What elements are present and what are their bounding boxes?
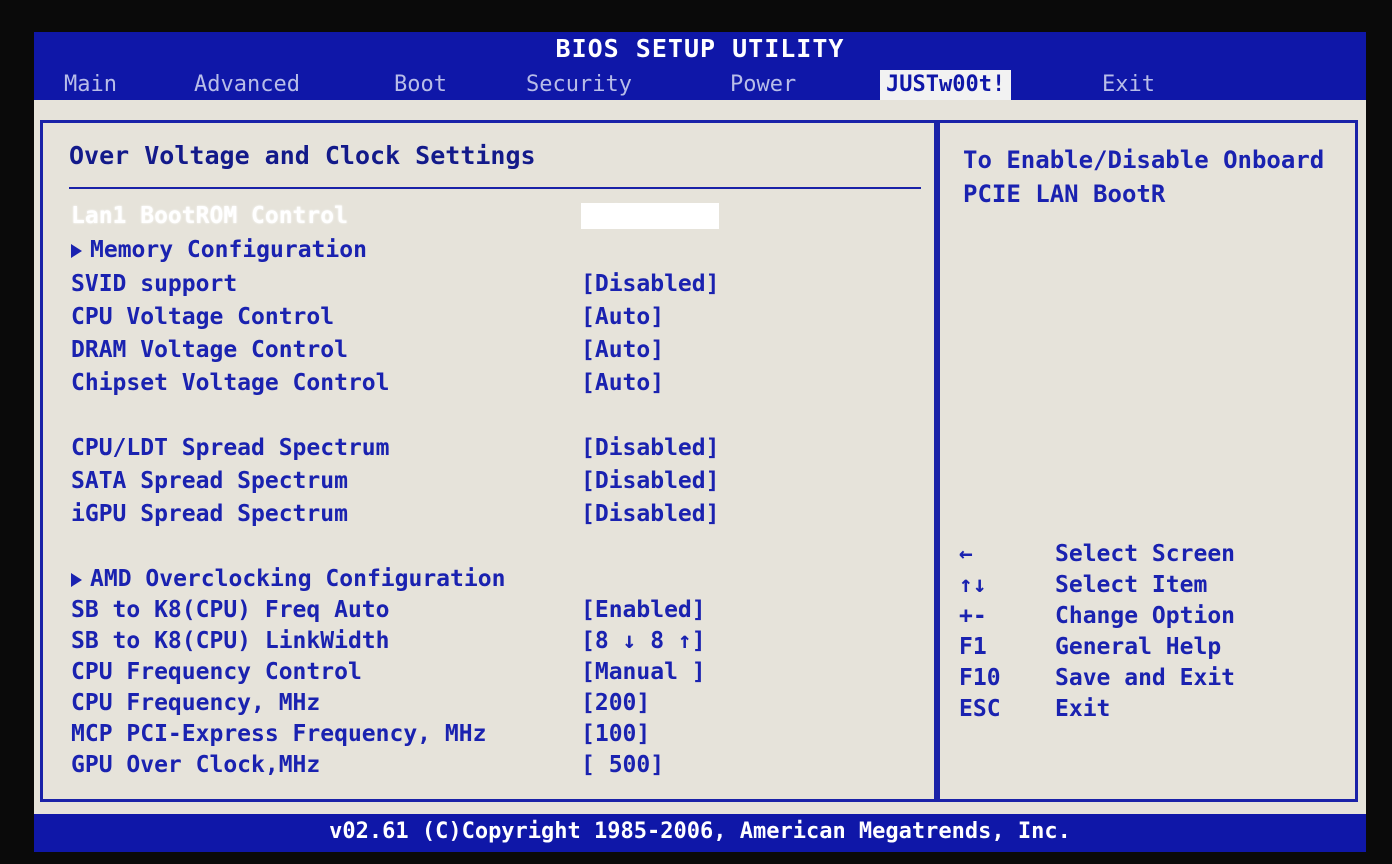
tab-main[interactable]: Main — [64, 70, 117, 100]
setting-sata-spread-spectrum[interactable]: SATA Spread Spectrum [Disabled] — [71, 468, 911, 500]
bios-title: BIOS SETUP UTILITY — [555, 34, 845, 63]
setting-value[interactable]: [Manual ] — [581, 659, 706, 685]
footer-bar: v02.61 (C)Copyright 1985-2006, American … — [34, 814, 1366, 852]
tab-justw00t[interactable]: JUSTw00t! — [880, 70, 1012, 100]
key-plus-minus-icon: +- — [959, 603, 987, 629]
copyright-text: v02.61 (C)Copyright 1985-2006, American … — [329, 819, 1071, 844]
setting-mcp-pci-express-frequency[interactable]: MCP PCI-Express Frequency, MHz [100] — [71, 721, 911, 753]
setting-label: MCP PCI-Express Frequency, MHz — [71, 721, 487, 747]
submenu-memory-configuration[interactable]: Memory Configuration — [71, 237, 911, 269]
setting-value[interactable]: [Auto] — [581, 370, 664, 396]
bios-screen: BIOS SETUP UTILITY Main Advanced Boot Se… — [34, 32, 1366, 852]
key-hint-exit: ESC Exit — [959, 696, 1339, 728]
tab-boot[interactable]: Boot — [394, 70, 447, 100]
setting-label: iGPU Spread Spectrum — [71, 501, 348, 527]
key-description: Change Option — [1055, 603, 1236, 629]
setting-label: GPU Over Clock,MHz — [71, 752, 321, 778]
setting-cpu-frequency-control[interactable]: CPU Frequency Control [Manual ] — [71, 659, 911, 691]
key-left-arrow-icon: ← — [959, 541, 973, 567]
submenu-amd-overclocking-configuration[interactable]: AMD Overclocking Configuration — [71, 566, 911, 598]
submenu-label-wrap: AMD Overclocking Configuration — [71, 566, 505, 592]
setting-value[interactable]: [Disabled] — [581, 468, 719, 494]
submenu-arrow-icon — [71, 572, 82, 587]
key-hint-change-option: +- Change Option — [959, 603, 1339, 635]
tab-exit[interactable]: Exit — [1102, 70, 1155, 100]
setting-value[interactable]: [Disabled] — [581, 271, 719, 297]
submenu-label: Memory Configuration — [90, 237, 367, 263]
key-label: F1 — [959, 634, 987, 660]
tab-security[interactable]: Security — [526, 70, 632, 100]
help-panel: To Enable/Disable Onboard PCIE LAN BootR… — [934, 120, 1358, 802]
setting-label: SVID support — [71, 271, 238, 297]
setting-svid-support[interactable]: SVID support [Disabled] — [71, 271, 911, 303]
key-up-down-arrow-icon: ↑↓ — [959, 572, 987, 598]
submenu-label-wrap: Memory Configuration — [71, 237, 367, 263]
setting-chipset-voltage-control[interactable]: Chipset Voltage Control [Auto] — [71, 370, 911, 402]
settings-panel: Over Voltage and Clock Settings Lan1 Boo… — [40, 120, 940, 802]
setting-cpu-ldt-spread-spectrum[interactable]: CPU/LDT Spread Spectrum [Disabled] — [71, 435, 911, 467]
title-bar: BIOS SETUP UTILITY Main Advanced Boot Se… — [34, 32, 1366, 100]
setting-label: SB to K8(CPU) Freq Auto — [71, 597, 390, 623]
key-hint-general-help: F1 General Help — [959, 634, 1339, 666]
setting-label: CPU Voltage Control — [71, 304, 335, 330]
setting-cpu-voltage-control[interactable]: CPU Voltage Control [Auto] — [71, 304, 911, 336]
setting-value[interactable]: [Auto] — [581, 337, 664, 363]
setting-value[interactable]: [8 ↓ 8 ↑] — [581, 628, 706, 654]
setting-label: CPU Frequency, MHz — [71, 690, 321, 716]
setting-lan1-bootrom-control[interactable]: Lan1 BootROM Control [Disabled] — [71, 203, 911, 235]
setting-label: CPU Frequency Control — [71, 659, 362, 685]
setting-value[interactable]: [200] — [581, 690, 650, 716]
setting-value[interactable]: [Disabled] — [581, 435, 719, 461]
setting-value[interactable]: [Disabled] — [581, 203, 720, 229]
help-text: To Enable/Disable Onboard PCIE LAN BootR — [963, 146, 1325, 208]
tab-power[interactable]: Power — [730, 70, 796, 100]
key-label: F10 — [959, 665, 1001, 691]
setting-sb-to-k8-freq-auto[interactable]: SB to K8(CPU) Freq Auto [Enabled] — [71, 597, 911, 629]
setting-label: CPU/LDT Spread Spectrum — [71, 435, 390, 461]
key-description: Select Item — [1055, 572, 1208, 598]
submenu-arrow-icon — [71, 243, 82, 258]
setting-dram-voltage-control[interactable]: DRAM Voltage Control [Auto] — [71, 337, 911, 369]
setting-sb-to-k8-linkwidth[interactable]: SB to K8(CPU) LinkWidth [8 ↓ 8 ↑] — [71, 628, 911, 660]
key-description: Exit — [1055, 696, 1111, 722]
key-description: Select Screen — [1055, 541, 1236, 567]
setting-value[interactable]: [Enabled] — [581, 597, 706, 623]
setting-label: DRAM Voltage Control — [71, 337, 348, 363]
setting-value[interactable]: [Disabled] — [581, 501, 719, 527]
key-label: ESC — [959, 696, 1001, 722]
key-hint-select-screen: ← Select Screen — [959, 541, 1339, 573]
submenu-label: AMD Overclocking Configuration — [90, 566, 506, 592]
setting-gpu-over-clock[interactable]: GPU Over Clock,MHz [ 500] — [71, 752, 911, 784]
section-title: Over Voltage and Clock Settings — [69, 141, 536, 170]
key-description: Save and Exit — [1055, 665, 1236, 691]
key-hint-save-and-exit: F10 Save and Exit — [959, 665, 1339, 697]
setting-value[interactable]: [ 500] — [581, 752, 664, 778]
setting-value[interactable]: [100] — [581, 721, 650, 747]
setting-cpu-frequency-mhz[interactable]: CPU Frequency, MHz [200] — [71, 690, 911, 722]
tab-advanced[interactable]: Advanced — [194, 70, 300, 100]
key-hint-select-item: ↑↓ Select Item — [959, 572, 1339, 604]
setting-igpu-spread-spectrum[interactable]: iGPU Spread Spectrum [Disabled] — [71, 501, 911, 533]
setting-value[interactable]: [Auto] — [581, 304, 664, 330]
key-description: General Help — [1055, 634, 1222, 660]
setting-label: Chipset Voltage Control — [71, 370, 390, 396]
setting-label: SATA Spread Spectrum — [71, 468, 348, 494]
section-divider — [69, 187, 921, 189]
setting-label: Lan1 BootROM Control — [71, 203, 348, 229]
setting-label: SB to K8(CPU) LinkWidth — [71, 628, 390, 654]
